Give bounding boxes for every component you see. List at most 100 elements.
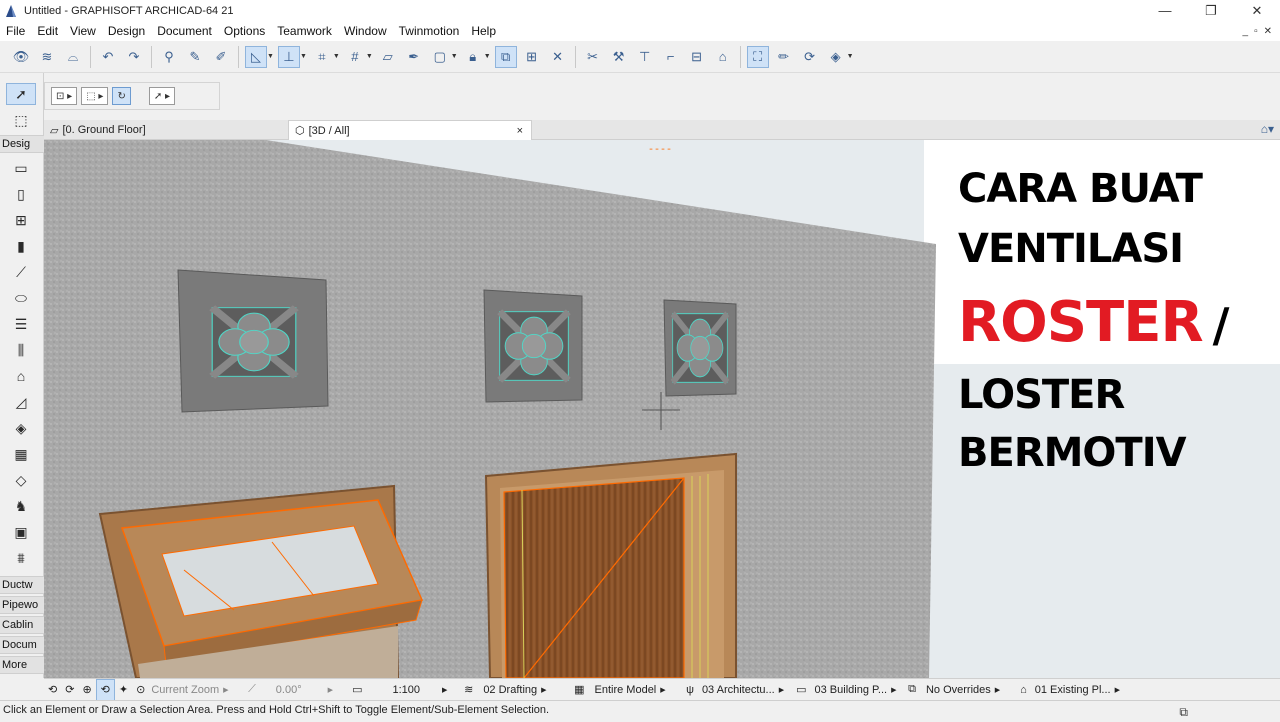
walk-icon[interactable]: ✦: [115, 679, 132, 701]
doc-restore-button[interactable]: ▫: [1254, 26, 1258, 37]
redo-icon[interactable]: ↷: [123, 46, 145, 68]
fillet-icon[interactable]: ⌐: [660, 46, 682, 68]
zoom-icon[interactable]: ⊕: [78, 679, 95, 701]
menu-document[interactable]: Document: [151, 24, 218, 38]
ungroup-icon[interactable]: ⊞: [521, 46, 543, 68]
snap-points-dropdown-icon[interactable]: ▼: [333, 53, 340, 60]
menu-twinmotion[interactable]: Twinmotion: [393, 24, 466, 38]
window-tool-icon[interactable]: ⊞: [6, 209, 36, 231]
roster-vent-large[interactable]: [177, 269, 329, 413]
layers-icon[interactable]: ≋: [36, 46, 58, 68]
orbit-icon[interactable]: ⟲: [95, 678, 115, 701]
toolbox-header-ductwork[interactable]: Ductw: [0, 576, 44, 594]
intersect-icon[interactable]: ⚒: [608, 46, 630, 68]
restore-button[interactable]: ❐: [1188, 0, 1234, 21]
morph-tool-icon[interactable]: ◈: [6, 417, 36, 439]
menu-options[interactable]: Options: [218, 24, 271, 38]
toolbox-header-document[interactable]: Docum: [0, 636, 44, 654]
doc-minimize-button[interactable]: _: [1243, 26, 1249, 37]
group-icon[interactable]: ⧉: [494, 45, 517, 68]
view-navigator-icon[interactable]: ⌂▾: [1261, 122, 1274, 136]
3d-style-dropdown-icon[interactable]: ▼: [847, 53, 854, 60]
menu-design[interactable]: Design: [102, 24, 151, 38]
mesh-tool-icon[interactable]: ⩩: [6, 547, 36, 569]
menu-view[interactable]: View: [64, 24, 102, 38]
roster-vent-medium[interactable]: [483, 289, 583, 403]
trace-icon[interactable]: ▱: [377, 46, 399, 68]
grid-dropdown-icon[interactable]: ▼: [366, 53, 373, 60]
lock-icon[interactable]: 🔒︎: [462, 46, 484, 68]
menu-window[interactable]: Window: [338, 24, 393, 38]
split-icon[interactable]: ⊟: [686, 46, 708, 68]
tab-3d-all[interactable]: ⬡ [3D / All] ×: [288, 120, 532, 140]
toolbox-header-pipework[interactable]: Pipewo: [0, 596, 44, 614]
menu-teamwork[interactable]: Teamwork: [271, 24, 338, 38]
minimize-button[interactable]: —: [1142, 0, 1188, 21]
layout-icon[interactable]: ⧉: [1179, 703, 1188, 722]
3d-cutaway-icon[interactable]: ⛶: [746, 45, 769, 68]
snap-points-icon[interactable]: ⌗: [311, 46, 333, 68]
wall-tool-icon[interactable]: ▭: [6, 157, 36, 179]
eye-icon[interactable]: 👁: [10, 46, 32, 68]
roof-tool-icon[interactable]: ⌂: [6, 365, 36, 387]
graphic-overrides-dropdown[interactable]: ⧉ No Overrides ▶: [904, 679, 1016, 701]
marquee-icon[interactable]: ▢: [429, 46, 451, 68]
shell-tool-icon[interactable]: ◿: [6, 391, 36, 413]
layer-combination-dropdown[interactable]: ≋ 02 Drafting ▶: [460, 679, 570, 701]
grid-snap-icon[interactable]: #: [344, 46, 366, 68]
3d-viewport[interactable]: ---- CARA BUAT VENTILASI ROSTER / LOSTER …: [44, 140, 1280, 678]
railing-tool-icon[interactable]: ⫼: [6, 339, 36, 361]
beam-tool-icon[interactable]: ⟋: [6, 261, 36, 283]
model-dropdown[interactable]: ▦ Entire Model ▶: [570, 679, 682, 701]
menu-edit[interactable]: Edit: [31, 24, 64, 38]
door-tool-icon[interactable]: ▯: [6, 183, 36, 205]
model-view-options-dropdown[interactable]: ▭ 03 Building P... ▶: [792, 679, 904, 701]
show-hide-icon[interactable]: ⌓: [62, 46, 84, 68]
marquee-shape-icon[interactable]: ⬚ ▸: [81, 87, 109, 105]
toolbox-header-more[interactable]: More: [0, 656, 44, 674]
angle-field[interactable]: ⟋ 0.00° ▶: [244, 679, 348, 701]
rotated-rectangle-icon[interactable]: ↻: [112, 87, 131, 105]
zoom-dropdown[interactable]: ⊙ Current Zoom ▶: [132, 679, 244, 701]
curtain-wall-tool-icon[interactable]: ▦: [6, 443, 36, 465]
close-button[interactable]: ✕: [1234, 0, 1280, 21]
3d-style-icon[interactable]: ◈: [825, 46, 847, 68]
trim-icon[interactable]: ✂: [582, 46, 604, 68]
door-element[interactable]: [484, 452, 737, 678]
3d-orbit-icon[interactable]: ⟳: [799, 46, 821, 68]
window-element[interactable]: [98, 484, 424, 678]
renovation-filter-dropdown[interactable]: ⌂ 01 Existing Pl... ▶: [1016, 679, 1128, 701]
arrow-geometry-icon[interactable]: ➚ ▸: [148, 87, 176, 105]
roster-vent-small[interactable]: [663, 299, 737, 397]
toolbox-header-design[interactable]: Desig: [0, 135, 44, 153]
menu-file[interactable]: File: [0, 24, 31, 38]
rotate-view-icon[interactable]: ⟲: [44, 679, 61, 701]
inject-icon[interactable]: ✐: [210, 46, 232, 68]
pen-set-dropdown[interactable]: ψ 03 Architectu... ▶: [682, 679, 792, 701]
doc-close-button[interactable]: ✕: [1264, 26, 1272, 37]
adjust-icon[interactable]: ⊤: [634, 46, 656, 68]
explode-icon[interactable]: ⌂: [712, 46, 734, 68]
suspend-groups-icon[interactable]: ✕: [547, 46, 569, 68]
selection-method-icon[interactable]: ⊡ ▸: [51, 87, 78, 105]
slab-tool-icon[interactable]: ⬭: [6, 287, 36, 309]
snap-dropdown-icon[interactable]: ▼: [300, 53, 307, 60]
stair-tool-icon[interactable]: ☰: [6, 313, 36, 335]
lock-dropdown-icon[interactable]: ▼: [484, 53, 491, 60]
zone-tool-icon[interactable]: ▣: [6, 521, 36, 543]
rotate-view-cw-icon[interactable]: ⟳: [61, 679, 78, 701]
snap-guides-icon[interactable]: ⊥: [277, 45, 300, 68]
3d-explore-icon[interactable]: ✏: [773, 46, 795, 68]
tab-ground-floor[interactable]: ▱ [0. Ground Floor]: [44, 120, 288, 140]
undo-icon[interactable]: ↶: [97, 46, 119, 68]
tab-close-icon[interactable]: ×: [517, 125, 523, 137]
skylight-tool-icon[interactable]: ◇: [6, 469, 36, 491]
find-select-icon[interactable]: ⚲: [158, 46, 180, 68]
marquee-dropdown-icon[interactable]: ▼: [451, 53, 458, 60]
column-tool-icon[interactable]: ▮: [6, 235, 36, 257]
menu-help[interactable]: Help: [465, 24, 502, 38]
scale-dropdown[interactable]: ▭ 1:100 ▶: [348, 679, 460, 701]
guide-dropdown-icon[interactable]: ▼: [267, 53, 274, 60]
marquee-tool-icon[interactable]: ⬚: [6, 109, 36, 131]
pen-icon[interactable]: ✒: [403, 46, 425, 68]
